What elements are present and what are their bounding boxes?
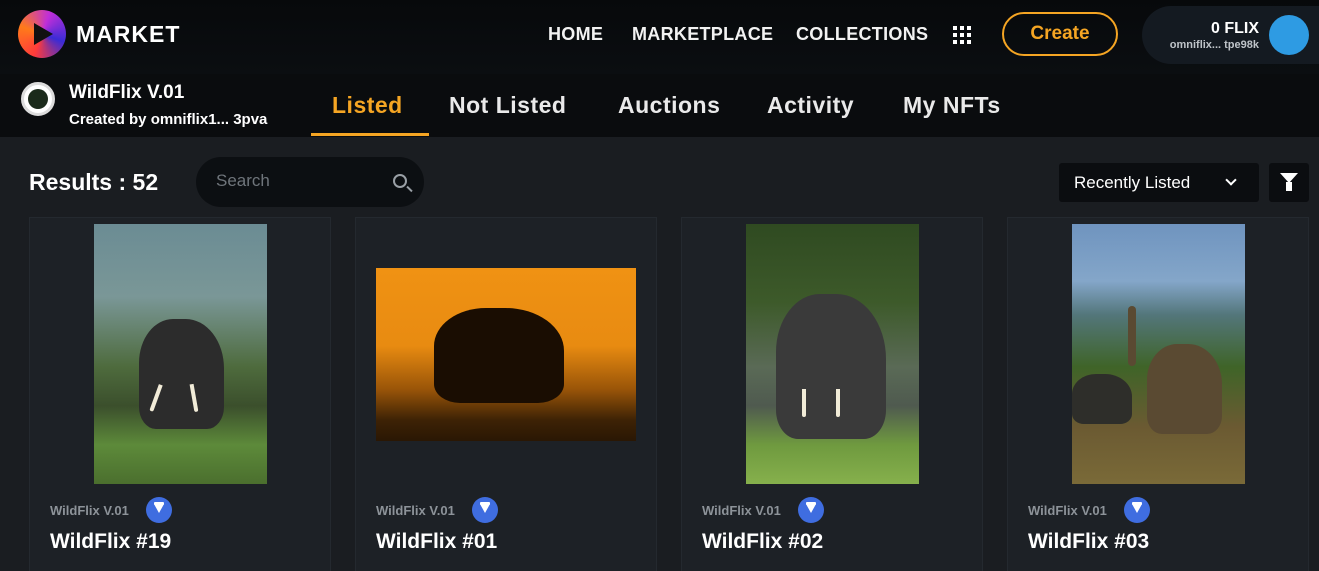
card-title[interactable]: WildFlix #01: [376, 530, 497, 554]
apps-grid-icon[interactable]: [953, 26, 971, 44]
nav-collections[interactable]: COLLECTIONS: [796, 24, 928, 45]
card-collection-name[interactable]: WildFlix V.01: [702, 503, 781, 518]
verified-badge-icon: [798, 497, 824, 523]
nav-marketplace[interactable]: MARKETPLACE: [632, 24, 773, 45]
brand-name[interactable]: MARKET: [76, 21, 180, 48]
search-icon[interactable]: [393, 174, 407, 188]
nav-home[interactable]: HOME: [548, 24, 603, 45]
nft-image[interactable]: [376, 268, 636, 441]
card-collection-name[interactable]: WildFlix V.01: [376, 503, 455, 518]
verified-badge-icon: [146, 497, 172, 523]
filter-button[interactable]: [1269, 163, 1309, 202]
tab-my-nfts[interactable]: My NFTs: [903, 92, 1001, 119]
filter-icon: [1280, 173, 1298, 191]
verified-badge-icon: [1124, 497, 1150, 523]
tab-activity[interactable]: Activity: [767, 92, 854, 119]
search-box: [196, 157, 424, 207]
active-tab-indicator: [311, 133, 429, 136]
search-input[interactable]: [216, 171, 376, 191]
wallet-balance: 0 FLIX: [1210, 20, 1259, 37]
nft-card[interactable]: WildFlix V.01 WildFlix #01: [355, 217, 657, 571]
collection-name: WildFlix V.01: [69, 82, 185, 103]
tab-auctions[interactable]: Auctions: [618, 92, 720, 119]
nft-image[interactable]: [1072, 224, 1245, 484]
card-collection-name[interactable]: WildFlix V.01: [50, 503, 129, 518]
wallet-address: omniflix... tpe98k: [1169, 39, 1259, 51]
nft-image[interactable]: [94, 224, 267, 484]
nft-card[interactable]: WildFlix V.01 WildFlix #02: [681, 217, 983, 571]
card-title[interactable]: WildFlix #03: [1028, 530, 1149, 554]
sort-selected-value: Recently Listed: [1074, 173, 1191, 192]
collection-header: WildFlix V.01 Created by omniflix1... 3p…: [0, 74, 1319, 137]
tab-listed[interactable]: Listed: [332, 92, 403, 119]
results-count: Results : 52: [29, 169, 159, 195]
card-title[interactable]: WildFlix #19: [50, 530, 171, 554]
card-collection-name[interactable]: WildFlix V.01: [1028, 503, 1107, 518]
nft-card[interactable]: WildFlix V.01 WildFlix #03: [1007, 217, 1309, 571]
collection-creator[interactable]: Created by omniflix1... 3pva: [69, 111, 267, 128]
nft-image[interactable]: [746, 224, 919, 484]
top-navbar: MARKET HOME MARKETPLACE COLLECTIONS Crea…: [0, 0, 1319, 74]
create-button[interactable]: Create: [1002, 12, 1118, 56]
collection-logo-icon: [21, 82, 55, 116]
avatar[interactable]: [1269, 15, 1309, 55]
card-title[interactable]: WildFlix #02: [702, 530, 823, 554]
sort-dropdown[interactable]: Recently Listed: [1059, 163, 1259, 202]
chevron-down-icon: [1225, 174, 1237, 186]
nft-card[interactable]: WildFlix V.01 WildFlix #19: [29, 217, 331, 571]
market-logo-icon[interactable]: [18, 10, 66, 58]
verified-badge-icon: [472, 497, 498, 523]
wallet-widget[interactable]: 0 FLIX omniflix... tpe98k: [1142, 6, 1319, 64]
tab-not-listed[interactable]: Not Listed: [449, 92, 566, 119]
